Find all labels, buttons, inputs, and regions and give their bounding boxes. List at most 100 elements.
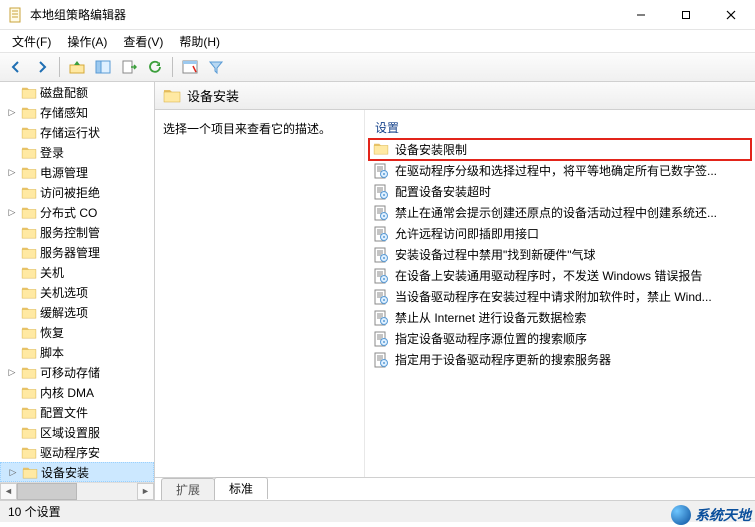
tabs-bar: 扩展 标准 xyxy=(155,477,755,499)
menu-view[interactable]: 查看(V) xyxy=(115,31,171,52)
tree-item[interactable]: 磁盘配额 xyxy=(0,82,154,102)
policy-icon xyxy=(373,226,389,242)
setting-policy-row[interactable]: 禁止在通常会提示创建还原点的设备活动过程中创建系统还... xyxy=(369,202,751,223)
scroll-track[interactable] xyxy=(17,483,137,500)
setting-label: 禁止从 Internet 进行设备元数据检索 xyxy=(395,309,586,326)
tree-item-label: 登录 xyxy=(40,144,64,161)
folder-icon xyxy=(21,306,37,319)
setting-label: 配置设备安装超时 xyxy=(395,183,491,200)
policy-icon xyxy=(373,247,389,263)
tree-item-label: 驱动程序安 xyxy=(40,444,100,461)
setting-policy-row[interactable]: 禁止从 Internet 进行设备元数据检索 xyxy=(369,307,751,328)
toolbar xyxy=(0,52,755,82)
policy-icon xyxy=(373,205,389,221)
setting-policy-row[interactable]: 指定用于设备驱动程序更新的搜索服务器 xyxy=(369,349,751,370)
tree-item[interactable]: ▷设备安装 xyxy=(0,462,154,482)
tree-item[interactable]: 关机 xyxy=(0,262,154,282)
settings-column-header[interactable]: 设置 xyxy=(369,116,751,139)
titlebar: 本地组策略编辑器 xyxy=(0,0,755,30)
expand-icon[interactable]: ▷ xyxy=(6,106,18,118)
setting-policy-row[interactable]: 在驱动程序分级和选择过程中，将平等地确定所有已数字签... xyxy=(369,160,751,181)
show-hide-console-button[interactable] xyxy=(91,55,115,79)
tree-item-label: 缓解选项 xyxy=(40,304,88,321)
tree-item[interactable]: 配置文件 xyxy=(0,402,154,422)
tree-item[interactable]: 访问被拒绝 xyxy=(0,182,154,202)
folder-icon xyxy=(163,88,181,103)
policy-icon xyxy=(373,289,389,305)
tree-item[interactable]: ▷存储感知 xyxy=(0,102,154,122)
properties-button[interactable] xyxy=(178,55,202,79)
tree-item[interactable]: 区域设置服 xyxy=(0,422,154,442)
policy-icon xyxy=(373,331,389,347)
scroll-left-arrow[interactable]: ◄ xyxy=(0,483,17,500)
expand-placeholder xyxy=(6,146,18,158)
filter-button[interactable] xyxy=(204,55,228,79)
folder-icon xyxy=(21,386,37,399)
menu-file[interactable]: 文件(F) xyxy=(4,31,59,52)
folder-icon xyxy=(21,366,37,379)
tree-item[interactable]: 缓解选项 xyxy=(0,302,154,322)
setting-policy-row[interactable]: 允许远程访问即插即用接口 xyxy=(369,223,751,244)
folder-icon xyxy=(21,286,37,299)
folder-icon xyxy=(21,86,37,99)
setting-label: 安装设备过程中禁用"找到新硬件"气球 xyxy=(395,246,596,263)
export-list-button[interactable] xyxy=(117,55,141,79)
tree-item[interactable]: ▷ 电源管理 xyxy=(0,162,154,182)
tree-scroll[interactable]: 磁盘配额▷存储感知存储运行状登录 ▷ 电源管理访问被拒绝▷分布式 CO服务控制管服务… xyxy=(0,82,154,482)
menu-help[interactable]: 帮助(H) xyxy=(171,31,228,52)
setting-label: 在驱动程序分级和选择过程中，将平等地确定所有已数字签... xyxy=(395,162,717,179)
setting-policy-row[interactable]: 在设备上安装通用驱动程序时，不发送 Windows 错误报告 xyxy=(369,265,751,286)
folder-icon xyxy=(21,266,37,279)
expand-placeholder xyxy=(6,286,18,298)
menu-action[interactable]: 操作(A) xyxy=(59,31,115,52)
setting-policy-row[interactable]: 指定设备驱动程序源位置的搜索顺序 xyxy=(369,328,751,349)
tree-item[interactable]: 驱动程序安 xyxy=(0,442,154,462)
watermark: 系统天地 xyxy=(671,505,751,525)
tree-item-label: 电源管理 xyxy=(40,164,88,181)
settings-list: 设备安装限制在驱动程序分级和选择过程中，将平等地确定所有已数字签... 配置设备安… xyxy=(369,139,751,370)
setting-folder-row[interactable]: 设备安装限制 xyxy=(369,139,751,160)
expand-placeholder xyxy=(6,186,18,198)
menubar: 文件(F) 操作(A) 查看(V) 帮助(H) xyxy=(0,30,755,52)
expand-icon[interactable]: ▷ xyxy=(6,166,18,178)
folder-icon xyxy=(21,126,37,139)
tree-item[interactable]: 存储运行状 xyxy=(0,122,154,142)
folder-icon xyxy=(21,146,37,159)
expand-icon[interactable]: ▷ xyxy=(6,366,18,378)
expand-icon[interactable]: ▷ xyxy=(7,466,19,478)
workspace: 磁盘配额▷存储感知存储运行状登录 ▷ 电源管理访问被拒绝▷分布式 CO服务控制管服务… xyxy=(0,82,755,500)
detail-body: 选择一个项目来查看它的描述。 设置 设备安装限制在驱动程序分级和选择过程中，将平… xyxy=(155,110,755,478)
refresh-button[interactable] xyxy=(143,55,167,79)
scroll-thumb[interactable] xyxy=(17,483,77,500)
up-button[interactable] xyxy=(65,55,89,79)
tab-standard[interactable]: 标准 xyxy=(214,477,268,499)
back-button[interactable] xyxy=(4,55,28,79)
tree-item[interactable]: 服务控制管 xyxy=(0,222,154,242)
tree-item[interactable]: 内核 DMA xyxy=(0,382,154,402)
tree-item[interactable]: 服务器管理 xyxy=(0,242,154,262)
minimize-button[interactable] xyxy=(618,0,663,30)
setting-policy-row[interactable]: 安装设备过程中禁用"找到新硬件"气球 xyxy=(369,244,751,265)
tree-item[interactable]: 关机选项 xyxy=(0,282,154,302)
setting-label: 禁止在通常会提示创建还原点的设备活动过程中创建系统还... xyxy=(395,204,717,221)
folder-icon xyxy=(21,246,37,259)
tab-extended[interactable]: 扩展 xyxy=(161,478,215,500)
setting-label: 指定设备驱动程序源位置的搜索顺序 xyxy=(395,330,587,347)
tree-item[interactable]: ▷可移动存储 xyxy=(0,362,154,382)
tree-item[interactable]: 登录 xyxy=(0,142,154,162)
tree-item[interactable]: 恢复 xyxy=(0,322,154,342)
setting-policy-row[interactable]: 配置设备安装超时 xyxy=(369,181,751,202)
scroll-right-arrow[interactable]: ► xyxy=(137,483,154,500)
expand-icon[interactable]: ▷ xyxy=(6,206,18,218)
maximize-button[interactable] xyxy=(663,0,708,30)
tree-horizontal-scrollbar[interactable]: ◄ ► xyxy=(0,482,154,499)
close-button[interactable] xyxy=(708,0,753,30)
tree-item-label: 内核 DMA xyxy=(40,384,94,401)
setting-policy-row[interactable]: 当设备驱动程序在安装过程中请求附加软件时，禁止 Wind... xyxy=(369,286,751,307)
expand-placeholder xyxy=(6,446,18,458)
forward-button[interactable] xyxy=(30,55,54,79)
policy-icon xyxy=(373,310,389,326)
tree-item[interactable]: ▷分布式 CO xyxy=(0,202,154,222)
tree-item[interactable]: 脚本 xyxy=(0,342,154,362)
expand-placeholder xyxy=(6,326,18,338)
